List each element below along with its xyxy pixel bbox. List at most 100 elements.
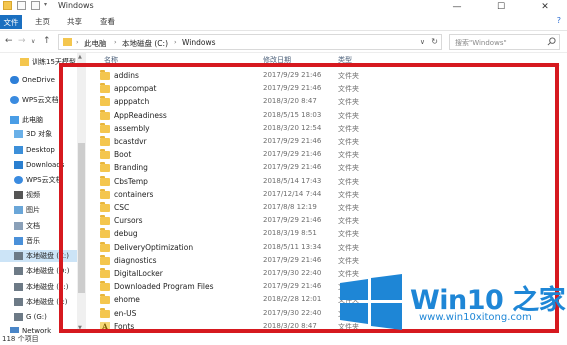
file-date: 2017/9/29 21:46 [263, 84, 322, 93]
chevron-down-icon[interactable]: ▾ [44, 1, 53, 10]
folder-icon [100, 136, 110, 146]
sidebar-item-music[interactable]: 音乐 [14, 235, 40, 247]
breadcrumb-drive-c[interactable]: 本地磁盘 (C:) [122, 38, 168, 49]
sidebar-item-3d-objects[interactable]: 3D 对象 [14, 128, 52, 140]
folder-icon [100, 83, 110, 94]
file-type: 文件夹 [338, 243, 359, 252]
column-header-date[interactable]: 修改日期 [263, 55, 291, 65]
file-type: 文件夹 [338, 138, 359, 146]
file-row[interactable]: Cursors 2017/9/29 21:46 文件夹 [100, 214, 400, 227]
tab-share[interactable]: 共享 [67, 16, 82, 27]
folder-icon [100, 307, 110, 318]
file-row[interactable]: addins 2017/9/29 21:46 文件夹 [100, 69, 400, 82]
file-row[interactable]: bcastdvr 2017/9/29 21:46 文件夹 [100, 135, 400, 148]
folder-icon [100, 149, 110, 160]
folder-icon [100, 281, 110, 292]
scrollbar-thumb[interactable] [78, 143, 85, 293]
pictures-icon [14, 206, 23, 214]
search-input[interactable]: 搜索"Windows" [449, 34, 560, 50]
file-row[interactable]: diagnostics 2017/9/29 21:46 文件夹 [100, 254, 400, 267]
sidebar-item-label: WPS云文档 [22, 96, 59, 104]
file-row[interactable]: Branding 2017/9/29 21:46 文件夹 [100, 161, 400, 174]
sidebar-item-drive-d[interactable]: 本地磁盘 (D:) [14, 265, 69, 277]
sidebar-scrollbar[interactable]: ▲ ▼ [77, 53, 86, 333]
scroll-up-icon[interactable]: ▲ [78, 54, 82, 60]
file-row[interactable]: apppatch 2018/3/20 8:47 文件夹 [100, 95, 400, 108]
sidebar-item-wps-cloud-2[interactable]: WPS云文档 [14, 174, 63, 186]
sidebar-item-training-folder[interactable]: 训练15天模型 [20, 56, 76, 68]
address-history-icon[interactable]: ∨ [420, 38, 425, 46]
breadcrumb-this-pc[interactable]: 此电脑 [84, 38, 107, 49]
sidebar-item-label: Downloads [26, 161, 65, 169]
tab-view[interactable]: 查看 [100, 16, 115, 27]
sidebar-item-onedrive[interactable]: OneDrive [10, 74, 55, 86]
file-date: 2018/2/28 12:01 [263, 295, 322, 304]
folder-icon [100, 175, 110, 186]
file-row[interactable]: CbsTemp 2018/5/14 17:43 文件夹 [100, 175, 400, 188]
file-row[interactable]: DeliveryOptimization 2018/5/11 13:34 文件夹 [100, 241, 400, 254]
file-row[interactable]: Boot 2017/9/29 21:46 文件夹 [100, 148, 400, 161]
file-name: AppReadiness [114, 110, 167, 120]
header-divider [87, 65, 560, 66]
column-header-name[interactable]: 名称 [104, 55, 118, 65]
sidebar-item-label: 本地磁盘 (D:) [26, 267, 70, 275]
file-row[interactable]: debug 2018/3/19 8:51 文件夹 [100, 227, 400, 240]
sidebar-item-wps-cloud[interactable]: WPS云文档 [10, 94, 59, 106]
sidebar-item-desktop[interactable]: Desktop [14, 144, 55, 156]
address-bar[interactable]: › 此电脑 › 本地磁盘 (C:) › Windows ∨ ↻ [58, 34, 442, 50]
sidebar-item-label: 本地磁盘 (E:) [26, 283, 69, 291]
file-date: 2017/9/29 21:46 [263, 150, 322, 159]
tab-home[interactable]: 主页 [35, 16, 50, 27]
file-type: 文件夹 [338, 85, 359, 94]
file-row[interactable]: AppReadiness 2018/5/15 18:03 文件夹 [100, 109, 400, 122]
sidebar-item-label: 此电脑 [22, 116, 43, 124]
folder-icon [100, 241, 110, 252]
column-header-type[interactable]: 类型 [338, 55, 352, 65]
sidebar-item-drive-g[interactable]: G (G:) [14, 311, 47, 323]
file-row[interactable]: appcompat 2017/9/29 21:46 文件夹 [100, 82, 400, 95]
forward-icon[interactable]: → [18, 36, 26, 46]
new-folder-icon[interactable] [31, 1, 40, 10]
folder-icon [100, 268, 110, 278]
downloads-icon [14, 161, 23, 169]
sidebar-item-drive-c[interactable]: 本地磁盘 (C:) [0, 250, 77, 262]
file-row[interactable]: containers 2017/12/14 7:44 文件夹 [100, 188, 400, 201]
breadcrumb-separator: › [76, 38, 79, 46]
file-type: 文件夹 [338, 256, 359, 265]
help-icon[interactable]: ? [557, 16, 561, 25]
folder-icon [100, 162, 110, 173]
sidebar-item-pictures[interactable]: 图片 [14, 204, 40, 216]
back-icon[interactable]: ← [5, 36, 13, 46]
file-date: 2017/8/8 12:19 [263, 203, 317, 211]
file-date: 2017/9/30 22:40 [263, 308, 322, 317]
breadcrumb-windows[interactable]: Windows [182, 38, 215, 47]
scroll-down-icon[interactable]: ▼ [78, 325, 82, 331]
sidebar-item-label: 图片 [26, 206, 40, 214]
tab-file[interactable]: 文件 [0, 15, 22, 29]
file-row[interactable]: assembly 2018/3/20 12:54 文件夹 [100, 122, 400, 135]
minimize-button[interactable]: — [435, 0, 479, 13]
sidebar-item-videos[interactable]: 视频 [14, 189, 40, 201]
file-date: 2017/9/29 21:46 [263, 71, 322, 79]
recent-locations-icon[interactable]: ∨ [31, 38, 35, 45]
up-icon[interactable]: ↑ [43, 36, 51, 46]
sidebar-item-drive-f[interactable]: 本地磁盘 (F:) [14, 296, 68, 308]
file-row[interactable]: CSC 2017/8/8 12:19 文件夹 [100, 201, 400, 214]
cloud-icon [10, 96, 19, 104]
folder-icon [100, 109, 110, 120]
sidebar-item-documents[interactable]: 文档 [14, 220, 40, 232]
file-date: 2018/3/20 12:54 [263, 123, 322, 132]
music-icon [14, 237, 23, 245]
close-button[interactable]: ✕ [523, 0, 567, 13]
sidebar-item-drive-e[interactable]: 本地磁盘 (E:) [14, 281, 68, 293]
sidebar-item-this-pc[interactable]: 此电脑 [10, 114, 43, 126]
maximize-button[interactable]: ☐ [479, 0, 523, 13]
sidebar-item-label: 本地磁盘 (C:) [26, 252, 69, 260]
drive-icon [14, 313, 23, 321]
file-type: 文件夹 [338, 190, 359, 199]
file-name: Branding [114, 163, 148, 173]
sidebar-item-downloads[interactable]: Downloads [14, 159, 64, 171]
refresh-icon[interactable]: ↻ [431, 37, 438, 46]
sidebar-item-label: G (G:) [26, 313, 47, 321]
properties-icon[interactable] [17, 1, 26, 10]
